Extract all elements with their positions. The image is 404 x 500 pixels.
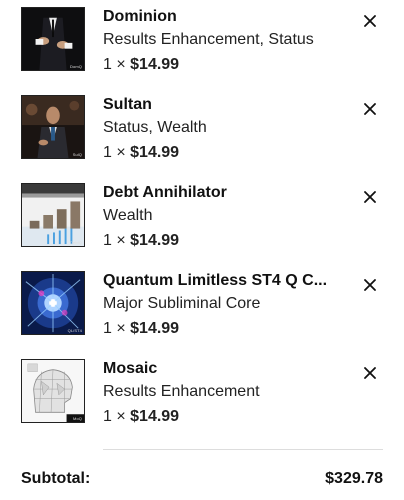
cart-item: MoQ Mosaic Results Enhancement 1 × $14.9… <box>0 359 404 429</box>
price: $14.99 <box>130 320 180 337</box>
quantity: 1 × <box>103 56 126 73</box>
product-thumbnail[interactable]: QL/ST4 <box>21 271 85 335</box>
subtotal-value: $329.78 <box>325 470 383 487</box>
remove-item-button[interactable] <box>360 275 380 295</box>
close-icon <box>364 279 376 291</box>
thumbnail-brand: DomQ <box>70 64 82 69</box>
product-tags: Major Subliminal Core <box>103 295 261 312</box>
thumbnail-brand: SulQ <box>72 152 82 157</box>
product-tags: Results Enhancement, Status <box>103 31 314 48</box>
summary-divider <box>103 449 383 450</box>
mosaic-head-icon <box>22 360 84 422</box>
product-thumbnail[interactable]: SulQ <box>21 95 85 159</box>
product-tags: Results Enhancement <box>103 383 260 400</box>
quantity-price: 1 × $14.99 <box>103 232 179 250</box>
cart-item: DomQ Dominion Results Enhancement, Statu… <box>0 7 404 77</box>
cart-item: DebtQ Debt Annihilator Wealth 1 × $14.99 <box>0 183 404 253</box>
man-in-suit-icon <box>22 8 84 70</box>
quantity: 1 × <box>103 320 126 337</box>
product-thumbnail[interactable]: MoQ <box>21 359 85 423</box>
product-thumbnail[interactable]: DebtQ <box>21 183 85 247</box>
product-tags: Wealth <box>103 207 153 224</box>
close-icon <box>364 367 376 379</box>
thumbnail-brand: MoQ <box>73 416 82 421</box>
price: $14.99 <box>130 232 180 249</box>
quantity-price: 1 × $14.99 <box>103 144 179 162</box>
quantity: 1 × <box>103 408 126 425</box>
close-icon <box>364 15 376 27</box>
quantity: 1 × <box>103 144 126 161</box>
product-title[interactable]: Quantum Limitless ST4 Q C... <box>103 272 343 290</box>
quantity-price: 1 × $14.99 <box>103 408 179 426</box>
product-tags: Status, Wealth <box>103 119 207 136</box>
price: $14.99 <box>130 56 180 73</box>
product-title[interactable]: Dominion <box>103 8 343 26</box>
coin-stacks-icon <box>22 184 84 246</box>
man-seated-in-suit-icon <box>22 96 84 158</box>
thumbnail-brand: DebtQ <box>69 240 82 245</box>
quantity-price: 1 × $14.99 <box>103 56 179 74</box>
thumbnail-brand: QL/ST4 <box>67 328 82 333</box>
product-title[interactable]: Debt Annihilator <box>103 184 343 202</box>
close-icon <box>364 191 376 203</box>
cosmic-burst-icon <box>22 272 84 334</box>
close-icon <box>364 103 376 115</box>
subtotal-label: Subtotal: <box>21 470 91 487</box>
product-title[interactable]: Sultan <box>103 96 343 114</box>
remove-item-button[interactable] <box>360 187 380 207</box>
cart-item: QL/ST4 Quantum Limitless ST4 Q C... Majo… <box>0 271 404 341</box>
cart-item: SulQ Sultan Status, Wealth 1 × $14.99 <box>0 95 404 165</box>
remove-item-button[interactable] <box>360 99 380 119</box>
product-title[interactable]: Mosaic <box>103 360 343 378</box>
price: $14.99 <box>130 408 180 425</box>
remove-item-button[interactable] <box>360 363 380 383</box>
product-thumbnail[interactable]: DomQ <box>21 7 85 71</box>
quantity-price: 1 × $14.99 <box>103 320 179 338</box>
remove-item-button[interactable] <box>360 11 380 31</box>
price: $14.99 <box>130 144 180 161</box>
quantity: 1 × <box>103 232 126 249</box>
